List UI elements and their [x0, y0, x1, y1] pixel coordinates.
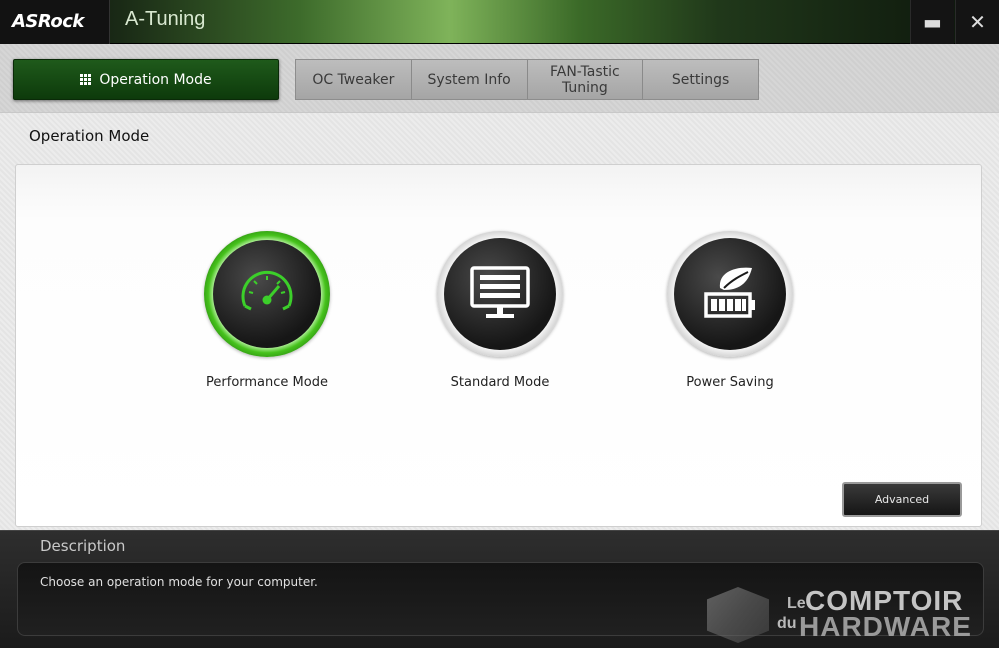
description-text: Choose an operation mode for your comput…	[40, 575, 318, 589]
asrock-logo: ASRock	[0, 0, 110, 44]
grid-icon	[80, 74, 92, 85]
close-button[interactable]: ✕	[955, 0, 999, 44]
mode-ring-selected[interactable]	[204, 231, 330, 357]
mode-ring[interactable]	[437, 231, 563, 357]
close-icon: ✕	[969, 10, 986, 34]
power-saving-option[interactable]: Power Saving	[630, 231, 830, 390]
title-bar: ASRock A-Tuning ▬ ✕	[0, 0, 999, 44]
tab-operation-mode[interactable]: Operation Mode	[13, 59, 279, 100]
minimize-button[interactable]: ▬	[910, 0, 954, 44]
leaf-battery-icon	[704, 267, 755, 318]
tab-strip: Operation Mode OC Tweaker System Info FA…	[0, 44, 999, 112]
watermark-cube-icon	[707, 587, 769, 643]
watermark-hardware: HARDWARE	[799, 611, 972, 642]
mode-disk	[213, 240, 321, 348]
tab-fan-tastic-tuning[interactable]: FAN-Tastic Tuning	[528, 60, 644, 99]
performance-mode-option[interactable]: Performance Mode	[167, 231, 367, 390]
description-title: Description	[40, 537, 126, 555]
mode-panel: Performance Mode Standard Mode Power Sav…	[15, 164, 982, 527]
main-content: Operation Mode Performance Mode Standard…	[0, 112, 999, 530]
watermark: Le du COMPTOIR HARDWARE	[707, 585, 997, 647]
watermark-du: du	[777, 615, 797, 632]
monitor-icon	[470, 266, 530, 318]
tab-oc-tweaker[interactable]: OC Tweaker	[296, 60, 412, 99]
mode-label: Standard Mode	[450, 375, 550, 390]
section-title: Operation Mode	[29, 127, 150, 145]
tab-system-info[interactable]: System Info	[412, 60, 528, 99]
tab-label: Operation Mode	[99, 71, 212, 88]
mode-disk	[444, 238, 556, 350]
mode-label: Performance Mode	[206, 375, 328, 390]
mode-label: Power Saving	[686, 375, 774, 390]
tab-group: OC Tweaker System Info FAN-Tastic Tuning…	[295, 59, 759, 100]
mode-disk	[674, 238, 786, 350]
speedometer-icon	[241, 270, 293, 311]
advanced-button[interactable]: Advanced	[842, 482, 962, 517]
standard-mode-option[interactable]: Standard Mode	[400, 231, 600, 390]
app-title: A-Tuning	[125, 8, 206, 30]
minimize-icon: ▬	[923, 10, 942, 34]
tab-settings[interactable]: Settings	[643, 60, 758, 99]
mode-ring[interactable]	[667, 231, 793, 357]
tab-label: FAN-Tastic Tuning	[549, 63, 620, 96]
